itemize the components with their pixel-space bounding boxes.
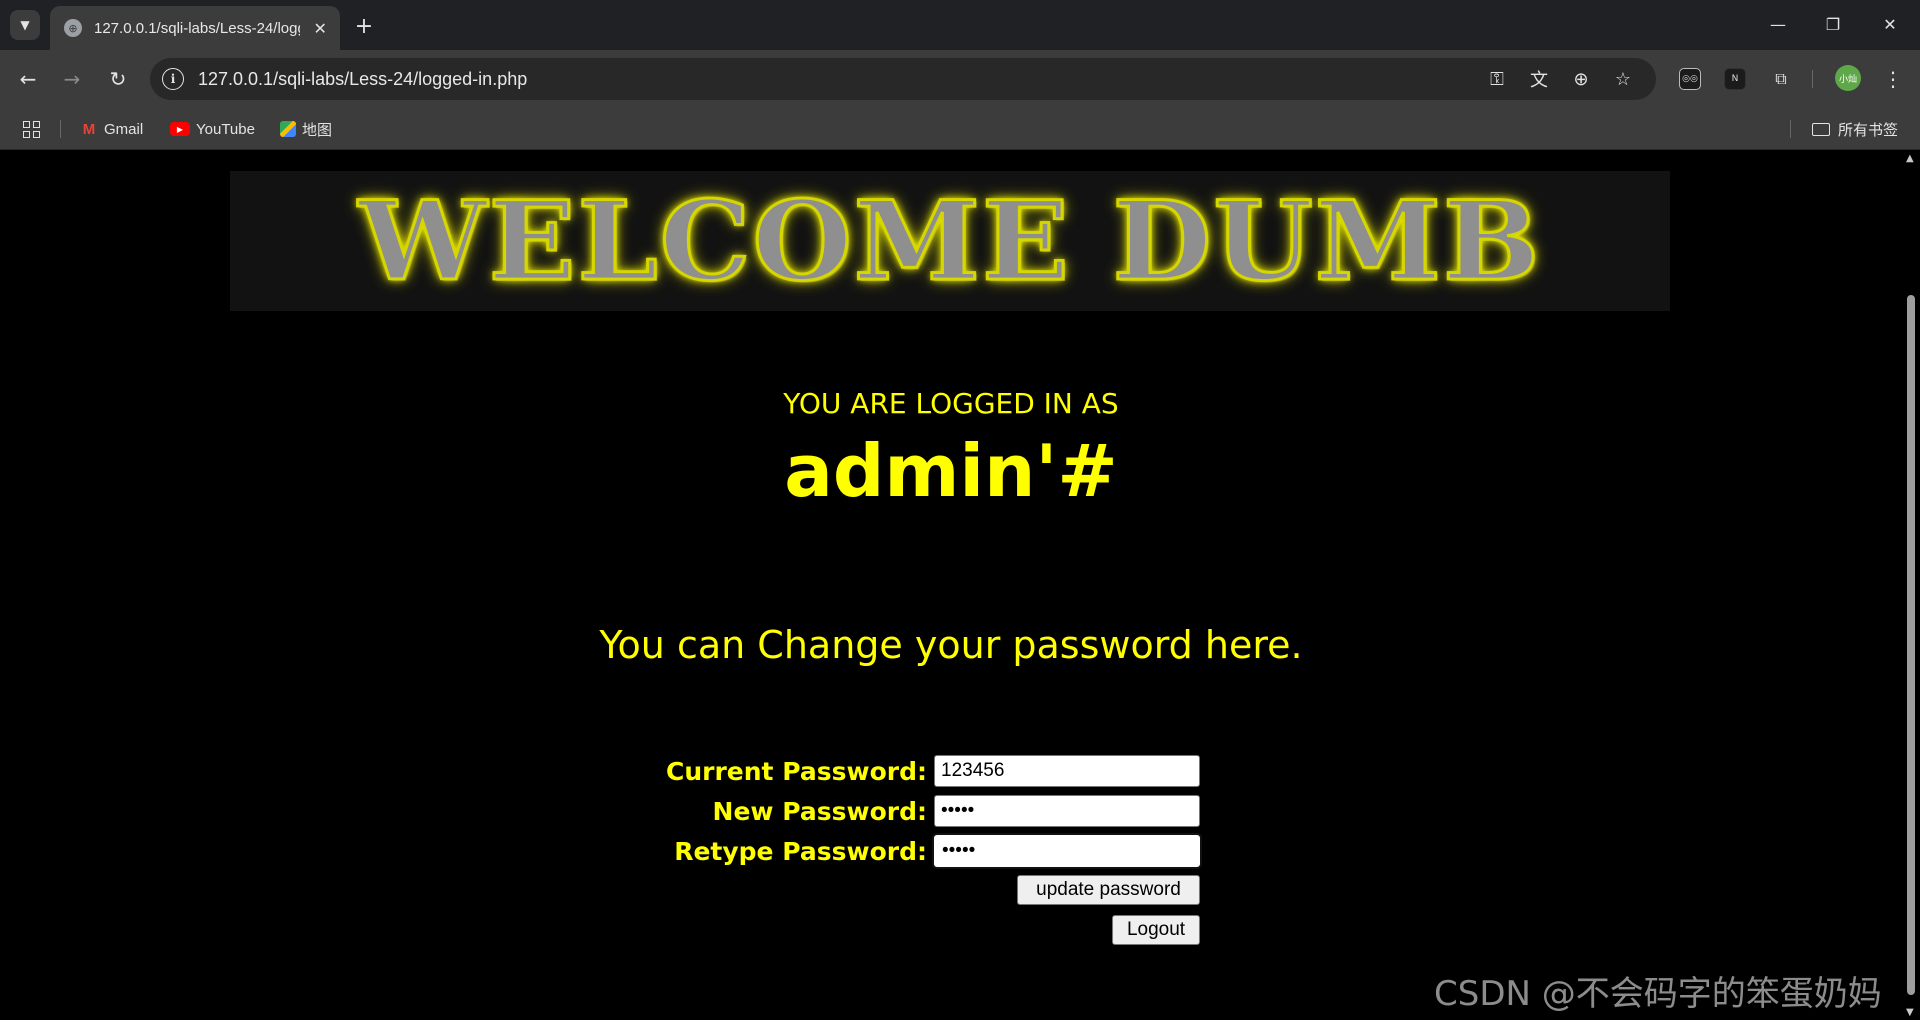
apps-grid-icon [22, 121, 40, 138]
gmail-icon: M [82, 120, 96, 138]
puzzle-icon: ⧉ [1775, 69, 1787, 88]
all-bookmarks-button[interactable]: 所有书签 [1812, 118, 1898, 140]
logout-button[interactable]: Logout [1112, 915, 1200, 945]
scrollbar-thumb[interactable] [1907, 295, 1915, 995]
arrow-left-icon: ← [19, 67, 37, 91]
extension-reader-button[interactable]: ◎◎ [1675, 64, 1705, 94]
bookmark-label: YouTube [196, 120, 255, 138]
chevron-down-icon: ▼ [20, 18, 30, 32]
scroll-down-arrow-icon[interactable]: ▼ [1906, 1007, 1914, 1018]
current-password-row: Current Password: 123456 [0, 755, 1902, 787]
zoom-icon[interactable]: ⊕ [1568, 66, 1594, 92]
bookmarks-divider [60, 120, 61, 138]
page-scrollbar[interactable]: ▲ ▼ [1902, 151, 1920, 1020]
current-password-label: Current Password: [666, 756, 927, 786]
forward-button[interactable]: → [57, 64, 87, 94]
banner-text: WELCOME DUMB [357, 176, 1542, 306]
all-bookmarks-label: 所有书签 [1838, 121, 1899, 139]
tab-search-button[interactable]: ▼ [10, 10, 40, 40]
url-text[interactable]: 127.0.0.1/sqli-labs/Less-24/logged-in.ph… [198, 69, 527, 90]
translate-icon[interactable]: 文 [1526, 66, 1552, 92]
omnibox-actions: ⚿ 文 ⊕ ☆ [1484, 66, 1636, 92]
toolbar-divider [1812, 70, 1813, 88]
address-bar[interactable]: i 127.0.0.1/sqli-labs/Less-24/logged-in.… [150, 58, 1656, 100]
maps-icon [280, 121, 296, 137]
bookmark-star-icon[interactable]: ☆ [1610, 66, 1636, 92]
logged-in-label: YOU ARE LOGGED IN AS [783, 387, 1119, 420]
navigation-toolbar: ← → ↻ i 127.0.0.1/sqli-labs/Less-24/logg… [0, 50, 1920, 108]
site-info-icon[interactable]: i [162, 68, 184, 90]
retype-password-row: Retype Password: ••••• [0, 833, 1902, 869]
reload-icon: ↻ [109, 67, 127, 91]
reload-button[interactable]: ↻ [103, 64, 133, 94]
bookmark-maps[interactable]: 地图 [280, 118, 332, 140]
youtube-icon: ▶ [170, 122, 190, 136]
new-password-input[interactable]: ••••• [934, 795, 1200, 827]
csdn-watermark: CSDN @不会码字的笨蛋奶妈 [1434, 974, 1882, 1014]
password-key-icon[interactable]: ⚿ [1484, 66, 1510, 92]
reader-extension-icon: ◎◎ [1679, 68, 1701, 90]
retype-password-label: Retype Password: [674, 836, 927, 866]
plus-icon: + [354, 13, 374, 39]
bookmarks-divider-right [1790, 120, 1791, 138]
bookmark-youtube[interactable]: ▶ YouTube [170, 118, 255, 140]
minimize-button[interactable]: — [1758, 8, 1798, 40]
scroll-up-arrow-icon[interactable]: ▲ [1906, 153, 1914, 164]
bookmark-gmail[interactable]: M Gmail [80, 118, 143, 140]
bookmark-label: 地图 [302, 121, 333, 139]
apps-button[interactable] [22, 118, 46, 140]
new-tab-button[interactable]: + [350, 12, 378, 40]
tab-strip: ▼ ⊕ 127.0.0.1/sqli-labs/Less-24/logged-i… [0, 0, 1920, 50]
new-password-row: New Password: ••••• [0, 795, 1902, 827]
close-tab-icon[interactable]: ✕ [310, 19, 330, 38]
globe-icon: ⊕ [64, 19, 82, 37]
new-password-label: New Password: [712, 796, 927, 826]
change-password-message: You can Change your password here. [599, 623, 1303, 667]
menu-button[interactable]: ⋮ [1878, 64, 1908, 94]
n-extension-icon: N [1724, 68, 1746, 90]
tab-title: 127.0.0.1/sqli-labs/Less-24/logged-in.ph… [94, 19, 300, 37]
bookmark-label: Gmail [104, 120, 144, 138]
folder-icon [1812, 122, 1830, 136]
bookmarks-bar: M Gmail ▶ YouTube 地图 所有书签 [0, 108, 1920, 150]
profile-avatar[interactable]: 小灿 [1835, 65, 1861, 91]
profile-label: 小灿 [1838, 74, 1857, 85]
update-password-button[interactable]: update password [1017, 875, 1200, 905]
close-window-button[interactable]: ✕ [1870, 8, 1910, 40]
back-button[interactable]: ← [13, 64, 43, 94]
page-content: WELCOME DUMB YOU ARE LOGGED IN AS admin'… [0, 151, 1902, 1020]
minimize-icon: — [1770, 14, 1786, 34]
extensions-button[interactable]: ⧉ [1766, 64, 1796, 94]
current-password-input[interactable]: 123456 [934, 755, 1200, 787]
extension-n-button[interactable]: N [1720, 64, 1750, 94]
more-vert-icon: ⋮ [1883, 67, 1903, 91]
restore-icon: ❐ [1825, 14, 1841, 34]
arrow-right-icon: → [63, 67, 81, 91]
close-icon: ✕ [1883, 14, 1897, 34]
welcome-banner: WELCOME DUMB [230, 171, 1670, 311]
username: admin'# [784, 429, 1118, 513]
tab-active[interactable]: ⊕ 127.0.0.1/sqli-labs/Less-24/logged-in.… [50, 6, 340, 50]
restore-button[interactable]: ❐ [1813, 8, 1853, 40]
retype-password-input[interactable]: ••••• [932, 833, 1202, 869]
